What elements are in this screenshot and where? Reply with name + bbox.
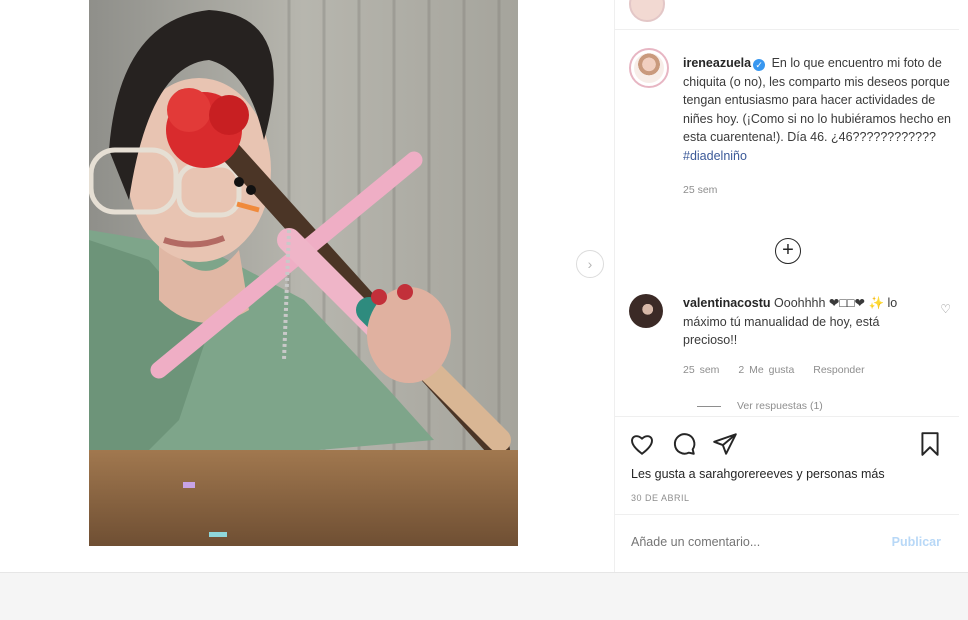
publish-button[interactable]: Publicar: [892, 535, 941, 549]
comment-meta: 25 sem 2 Me gusta Responder: [683, 364, 879, 376]
comment-bubble-icon[interactable]: [671, 431, 697, 457]
actions-bar: Les gusta a sarahgorereeves y personas m…: [615, 416, 959, 503]
plus-icon: +: [782, 239, 794, 261]
post-viewer: › ireneazuela ✓ En lo que encuentro mi fo…: [0, 0, 968, 572]
view-replies-link[interactable]: Ver respuestas (1): [697, 400, 823, 412]
post-image: [89, 0, 518, 546]
author-username[interactable]: ireneazuela: [683, 56, 751, 70]
page-footer-band: [0, 572, 968, 620]
author-avatar[interactable]: [629, 48, 669, 88]
hashtag-link[interactable]: #diadelniño: [683, 149, 747, 163]
bookmark-icon[interactable]: [917, 431, 943, 457]
load-more-comments-button[interactable]: +: [775, 238, 801, 264]
add-comment-bar: Publicar: [615, 514, 959, 572]
share-send-icon[interactable]: [712, 431, 738, 457]
caption-time: 25 sem: [683, 184, 718, 196]
heart-outline-icon[interactable]: ♡: [940, 302, 951, 316]
post-photo[interactable]: [89, 0, 518, 546]
comment-input[interactable]: [631, 535, 871, 549]
likes-summary[interactable]: Les gusta a sarahgorereeves y personas m…: [631, 467, 885, 481]
comment-time: 25 sem: [683, 364, 720, 376]
commenter-username[interactable]: valentinacostu: [683, 296, 771, 310]
post-date: 30 DE ABRIL: [631, 493, 690, 503]
caption-text-block: ireneazuela ✓ En lo que encuentro mi foto…: [683, 54, 951, 200]
verified-badge-icon: ✓: [753, 59, 766, 71]
header-avatar[interactable]: [629, 0, 665, 22]
heart-icon[interactable]: [629, 431, 655, 457]
comment-text-block: valentinacostu Ooohhhh ❤□□❤ ✨ lo máximo …: [683, 294, 923, 350]
header-strip: [615, 0, 959, 30]
avatar-image: [634, 53, 664, 83]
commenter-avatar[interactable]: [629, 294, 663, 328]
reply-button[interactable]: Responder: [813, 364, 864, 376]
post-sidebar: ireneazuela ✓ En lo que encuentro mi foto…: [614, 0, 959, 572]
comment-likes[interactable]: 2 Me gusta: [738, 364, 794, 376]
chevron-right-icon: ›: [587, 256, 593, 272]
next-photo-button[interactable]: ›: [576, 250, 604, 278]
